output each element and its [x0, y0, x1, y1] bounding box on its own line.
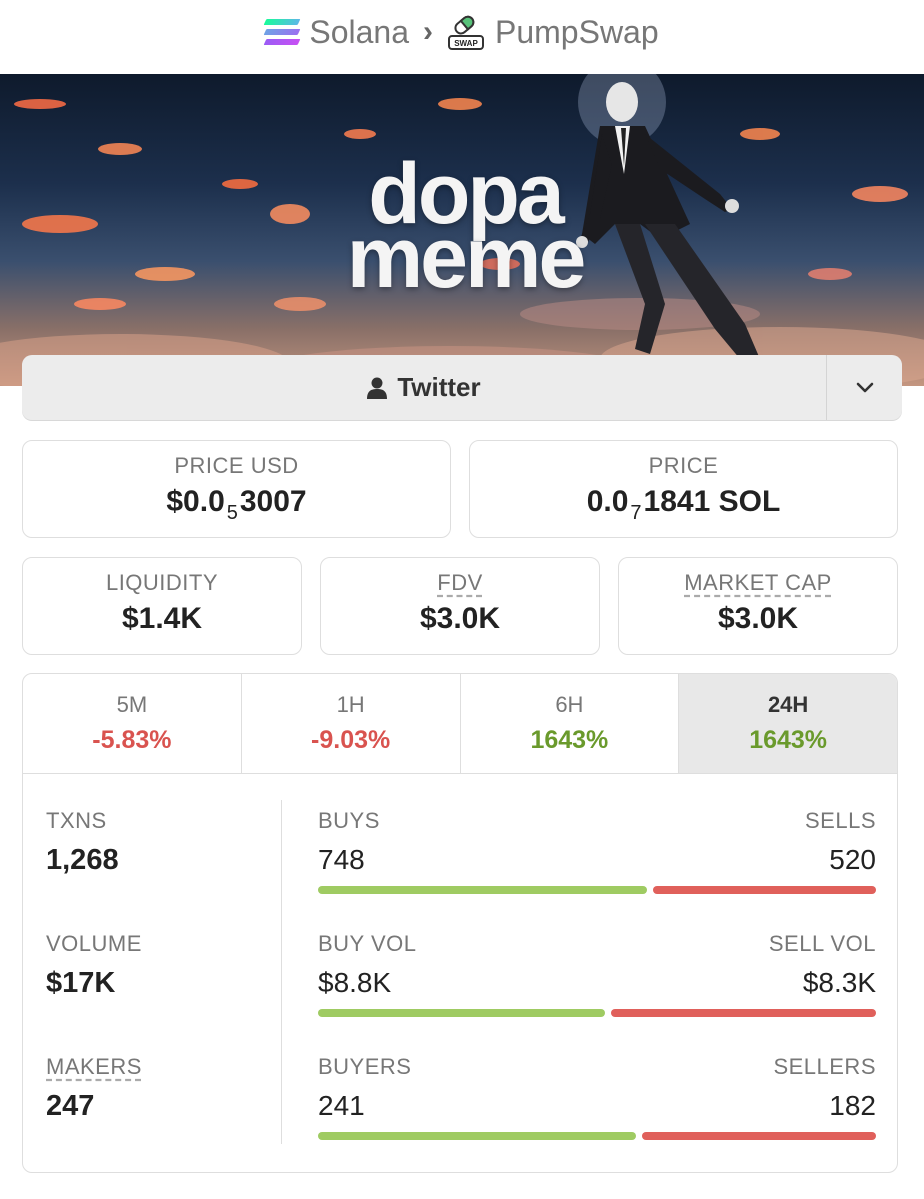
buy-vol-value: $8.8K [318, 967, 392, 998]
sells-value: 520 [829, 844, 876, 875]
breadcrumb: Solana › SWAP PumpSwap [0, 0, 924, 64]
tab-1h-label: 1H [336, 692, 365, 717]
buys-sells-ratio: BUYS SELLS 748 520 [318, 808, 876, 894]
price-native-digits: 1841 SOL [643, 485, 781, 518]
sells-label: SELLS [805, 808, 876, 833]
breadcrumb-chain-label: Solana [309, 13, 409, 50]
sellers-label: SELLERS [773, 1054, 876, 1079]
tab-24h[interactable]: 24H 1643% [679, 674, 897, 773]
market-cap-label[interactable]: MARKET CAP [684, 570, 832, 596]
buyers-label: BUYERS [318, 1054, 412, 1079]
stats-divider [281, 800, 282, 1144]
volume-label: VOLUME [46, 931, 142, 956]
price-usd-value: $0.0 53007 [166, 485, 306, 525]
volume-value: $17K [46, 967, 116, 999]
breadcrumb-dex-label: PumpSwap [495, 13, 659, 50]
sellers-value: 182 [829, 1090, 876, 1121]
breadcrumb-dex[interactable]: SWAP PumpSwap [447, 13, 659, 51]
participants-bar [318, 1132, 876, 1140]
solana-icon [263, 19, 301, 45]
twitter-button[interactable]: Twitter [22, 355, 826, 420]
price-usd-card: PRICE USD $0.0 53007 [22, 440, 451, 538]
makers-value: 247 [46, 1090, 95, 1122]
buys-sells-bar [318, 886, 876, 894]
tab-5m-label: 5M [116, 692, 148, 717]
liquidity-card: LIQUIDITY $1.4K [22, 557, 302, 655]
tab-6h[interactable]: 6H 1643% [461, 674, 680, 773]
socials-bar: Twitter [22, 355, 902, 420]
token-banner: dopa meme [0, 74, 924, 386]
sellers-bar [641, 1132, 876, 1140]
tab-5m[interactable]: 5M -5.83% [23, 674, 242, 773]
tab-1h[interactable]: 1H -9.03% [242, 674, 461, 773]
buyers-bar [318, 1132, 636, 1140]
price-native-card: PRICE 0.0 71841 SOL [469, 440, 898, 538]
chevron-down-icon [856, 382, 873, 392]
logo-line-2: meme [346, 210, 587, 306]
price-native-value: 0.0 71841 SOL [587, 485, 781, 525]
market-cap-value: $3.0K [717, 602, 799, 635]
buys-value: 748 [318, 844, 365, 875]
fdv-card: FDV $3.0K [320, 557, 600, 655]
txns-stat: TXNS 1,268 [46, 808, 119, 877]
buy-vol-label: BUY VOL [318, 931, 417, 956]
sell-vol-label: SELL VOL [768, 931, 876, 956]
price-usd-label: PRICE USD [174, 453, 299, 478]
sell-vol-bar [611, 1009, 876, 1017]
tab-24h-label: 24H [767, 692, 809, 717]
market-cap-card: MARKET CAP $3.0K [618, 557, 898, 655]
chevron-right-icon: › [423, 15, 433, 48]
participants-ratio: BUYERS SELLERS 241 182 [318, 1054, 876, 1140]
user-icon [367, 377, 388, 399]
tab-6h-label: 6H [555, 692, 584, 717]
tab-6h-change: 1643% [530, 726, 609, 754]
breadcrumb-chain[interactable]: Solana [263, 13, 409, 51]
buy-vol-bar [318, 1009, 606, 1017]
liquidity-value: $1.4K [121, 602, 203, 635]
twitter-label: Twitter [397, 372, 481, 402]
tab-1h-change: -9.03% [311, 726, 391, 754]
price-native-label: PRICE [648, 453, 719, 478]
socials-dropdown-button[interactable] [826, 355, 902, 420]
liquidity-label: LIQUIDITY [105, 570, 219, 595]
tab-24h-change: 1643% [749, 726, 828, 754]
makers-label[interactable]: MAKERS [46, 1054, 142, 1080]
token-logo-text: dopa meme [330, 151, 600, 306]
price-usd-digits: 3007 [239, 485, 307, 518]
makers-stat: MAKERS 247 [46, 1054, 142, 1123]
fdv-label[interactable]: FDV [437, 570, 483, 596]
buyers-value: 241 [318, 1090, 365, 1121]
price-usd-zero-count: 5 [226, 502, 238, 524]
volume-bar [318, 1009, 876, 1017]
volume-ratio: BUY VOL SELL VOL $8.8K $8.3K [318, 931, 876, 1017]
txns-label: TXNS [46, 808, 107, 833]
buys-bar [318, 886, 648, 894]
txns-value: 1,268 [46, 844, 119, 876]
pumpswap-icon-text: SWAP [454, 39, 478, 48]
stats-panel: 5M -5.83% 1H -9.03% 6H 1643% 24H 1643% T… [22, 673, 898, 1173]
sell-vol-value: $8.3K [802, 967, 876, 998]
volume-stat: VOLUME $17K [46, 931, 142, 1000]
fdv-value: $3.0K [419, 602, 501, 635]
sells-bar [653, 886, 876, 894]
pumpswap-icon: SWAP [448, 15, 484, 50]
timeframe-tabs: 5M -5.83% 1H -9.03% 6H 1643% 24H 1643% [23, 674, 897, 774]
buys-label: BUYS [318, 808, 380, 833]
price-native-prefix: 0.0 [586, 485, 629, 518]
price-native-zero-count: 7 [630, 502, 642, 524]
price-usd-prefix: $0.0 [166, 485, 225, 518]
tab-5m-change: -5.83% [92, 726, 172, 754]
